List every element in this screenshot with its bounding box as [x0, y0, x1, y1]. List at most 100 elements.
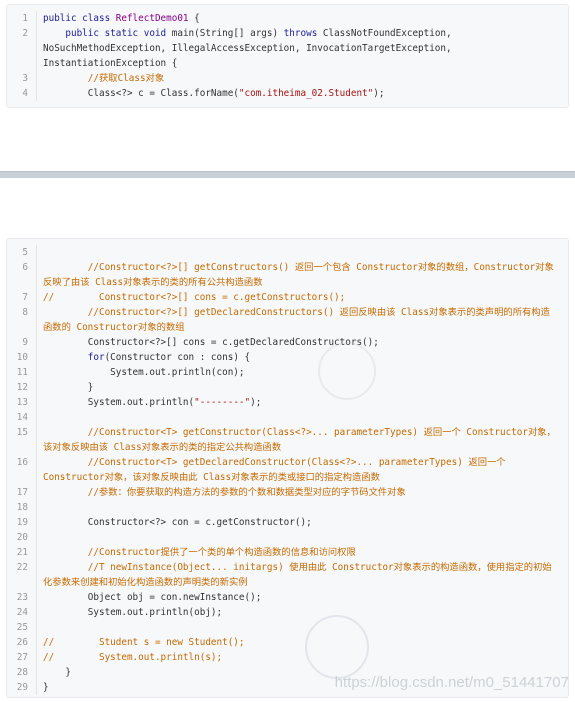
code-token: System.out.println(con); [43, 367, 245, 378]
code-token: Object obj = con.newInstance(); [43, 592, 262, 603]
watermark-seal-bottom [305, 615, 369, 679]
code-token: ); [373, 88, 385, 99]
code-text: Constructor<?> con = c.getConstructor(); [37, 515, 568, 530]
code-text: //T newInstance(Object... initargs) 使用由此… [37, 560, 568, 590]
code-block-bottom: 56 //Constructor<?>[] getConstructors() … [6, 238, 569, 698]
line-number: 17 [7, 485, 37, 500]
section-divider [0, 171, 575, 178]
code-line: 19 Constructor<?> con = c.getConstructor… [7, 515, 568, 530]
line-number: 23 [7, 590, 37, 605]
code-text: //Constructor<T> getDeclaredConstructor(… [37, 455, 568, 485]
code-comment: //Constructor<T> getDeclaredConstructor(… [43, 457, 512, 483]
code-keyword: public class [43, 13, 116, 24]
line-number: 20 [7, 530, 37, 545]
watermark-seal-mid [318, 342, 376, 400]
line-number: 19 [7, 515, 37, 530]
code-comment: //参数：你要获取的构造方法的参数的个数和数据类型对应的字节码文件对象 [43, 487, 406, 498]
code-text: //参数：你要获取的构造方法的参数的个数和数据类型对应的字节码文件对象 [37, 485, 568, 500]
code-line: 20 [7, 530, 568, 545]
code-line: 18 [7, 500, 568, 515]
code-text: //Constructor<T> getConstructor(Class<?>… [37, 425, 568, 455]
code-token: Constructor<?> con = c.getConstructor(); [43, 517, 312, 528]
code-line: 24 System.out.println(obj); [7, 605, 568, 620]
code-text: System.out.println(con); [37, 365, 568, 380]
code-line: 21 //Constructor提供了一个类的单个构造函数的信息和访问权限 [7, 545, 568, 560]
line-number: 22 [7, 560, 37, 590]
code-text: public static void main(String[] args) t… [37, 26, 568, 71]
code-token: Constructor<?>[] cons = c.getDeclaredCon… [43, 337, 379, 348]
code-keyword: public static void [43, 28, 172, 39]
code-string: "--------" [194, 397, 251, 408]
code-line: 15 //Constructor<T> getConstructor(Class… [7, 425, 568, 455]
code-text: //Constructor<?>[] getDeclaredConstructo… [37, 305, 568, 335]
line-number: 21 [7, 545, 37, 560]
line-number: 27 [7, 650, 37, 665]
watermark-url: https://blog.csdn.net/m0_51441707 [334, 674, 569, 691]
code-keyword: throws [283, 28, 318, 39]
line-number: 4 [7, 86, 37, 101]
code-line: 11 System.out.println(con); [7, 365, 568, 380]
line-number: 13 [7, 395, 37, 410]
code-text: //Constructor提供了一个类的单个构造函数的信息和访问权限 [37, 545, 568, 560]
code-text: //获取Class对象 [37, 71, 568, 86]
line-number: 11 [7, 365, 37, 380]
line-number: 14 [7, 410, 37, 425]
line-number: 3 [7, 71, 37, 86]
code-comment: // System.out.println(s); [43, 652, 223, 663]
code-string: "com.itheima_02.Student" [238, 88, 374, 99]
code-text: // Constructor<?>[] cons = c.getConstruc… [37, 290, 568, 305]
code-comment: //获取Class对象 [43, 73, 165, 84]
code-line: 3 //获取Class对象 [7, 71, 568, 86]
code-text: for(Constructor con : cons) { [37, 350, 568, 365]
code-line: 16 //Constructor<T> getDeclaredConstruct… [7, 455, 568, 485]
code-text: // System.out.println(s); [37, 650, 568, 665]
code-line: 13 System.out.println("--------"); [7, 395, 568, 410]
line-number: 25 [7, 620, 37, 635]
code-text: Class<?> c = Class.forName("com.itheima_… [37, 86, 568, 101]
line-number: 8 [7, 305, 37, 335]
code-token: Class<?> c = Class.forName( [43, 88, 239, 99]
line-number: 2 [7, 26, 37, 71]
code-token: System.out.println( [43, 397, 195, 408]
code-comment: //Constructor<?>[] getDeclaredConstructo… [43, 307, 550, 333]
code-token: main(String[] args) [171, 28, 284, 39]
code-text: System.out.println(obj); [37, 605, 568, 620]
line-number: 12 [7, 380, 37, 395]
code-line: 25 [7, 620, 568, 635]
code-line: 1 public class ReflectDemo01 { [7, 11, 568, 26]
code-token: System.out.println(obj); [43, 607, 223, 618]
line-number: 5 [7, 245, 37, 260]
code-line: 9 Constructor<?>[] cons = c.getDeclaredC… [7, 335, 568, 350]
line-number: 26 [7, 635, 37, 650]
line-number: 7 [7, 290, 37, 305]
code-line: 12 } [7, 380, 568, 395]
code-comment: //T newInstance(Object... initargs) 使用由此… [43, 562, 552, 588]
code-line: 22 //T newInstance(Object... initargs) 使… [7, 560, 568, 590]
code-line: 17 //参数：你要获取的构造方法的参数的个数和数据类型对应的字节码文件对象 [7, 485, 568, 500]
code-line: 10 for(Constructor con : cons) { [7, 350, 568, 365]
line-number: 1 [7, 11, 37, 26]
line-number: 18 [7, 500, 37, 515]
code-token: ); [250, 397, 262, 408]
code-comment: //Constructor<?>[] getConstructors() 返回一… [43, 262, 554, 288]
code-line: 6 //Constructor<?>[] getConstructors() 返… [7, 260, 568, 290]
code-comment: //Constructor提供了一个类的单个构造函数的信息和访问权限 [43, 547, 356, 558]
code-token: (Constructor con : cons) { [104, 352, 251, 363]
code-line: 2 public static void main(String[] args)… [7, 26, 568, 71]
line-number: 6 [7, 260, 37, 290]
code-line: 4 Class<?> c = Class.forName("com.itheim… [7, 86, 568, 101]
code-text: System.out.println("--------"); [37, 395, 568, 410]
code-text: // Student s = new Student(); [37, 635, 568, 650]
code-line: 26 // Student s = new Student(); [7, 635, 568, 650]
code-text: public class ReflectDemo01 { [37, 11, 568, 26]
line-number: 29 [7, 680, 37, 695]
code-line: 5 [7, 245, 568, 260]
code-line: 27 // System.out.println(s); [7, 650, 568, 665]
code-token: ReflectDemo01 [115, 13, 189, 24]
code-text: Constructor<?>[] cons = c.getDeclaredCon… [37, 335, 568, 350]
code-text: //Constructor<?>[] getConstructors() 返回一… [37, 260, 568, 290]
line-number: 24 [7, 605, 37, 620]
line-number: 10 [7, 350, 37, 365]
code-line: 14 [7, 410, 568, 425]
